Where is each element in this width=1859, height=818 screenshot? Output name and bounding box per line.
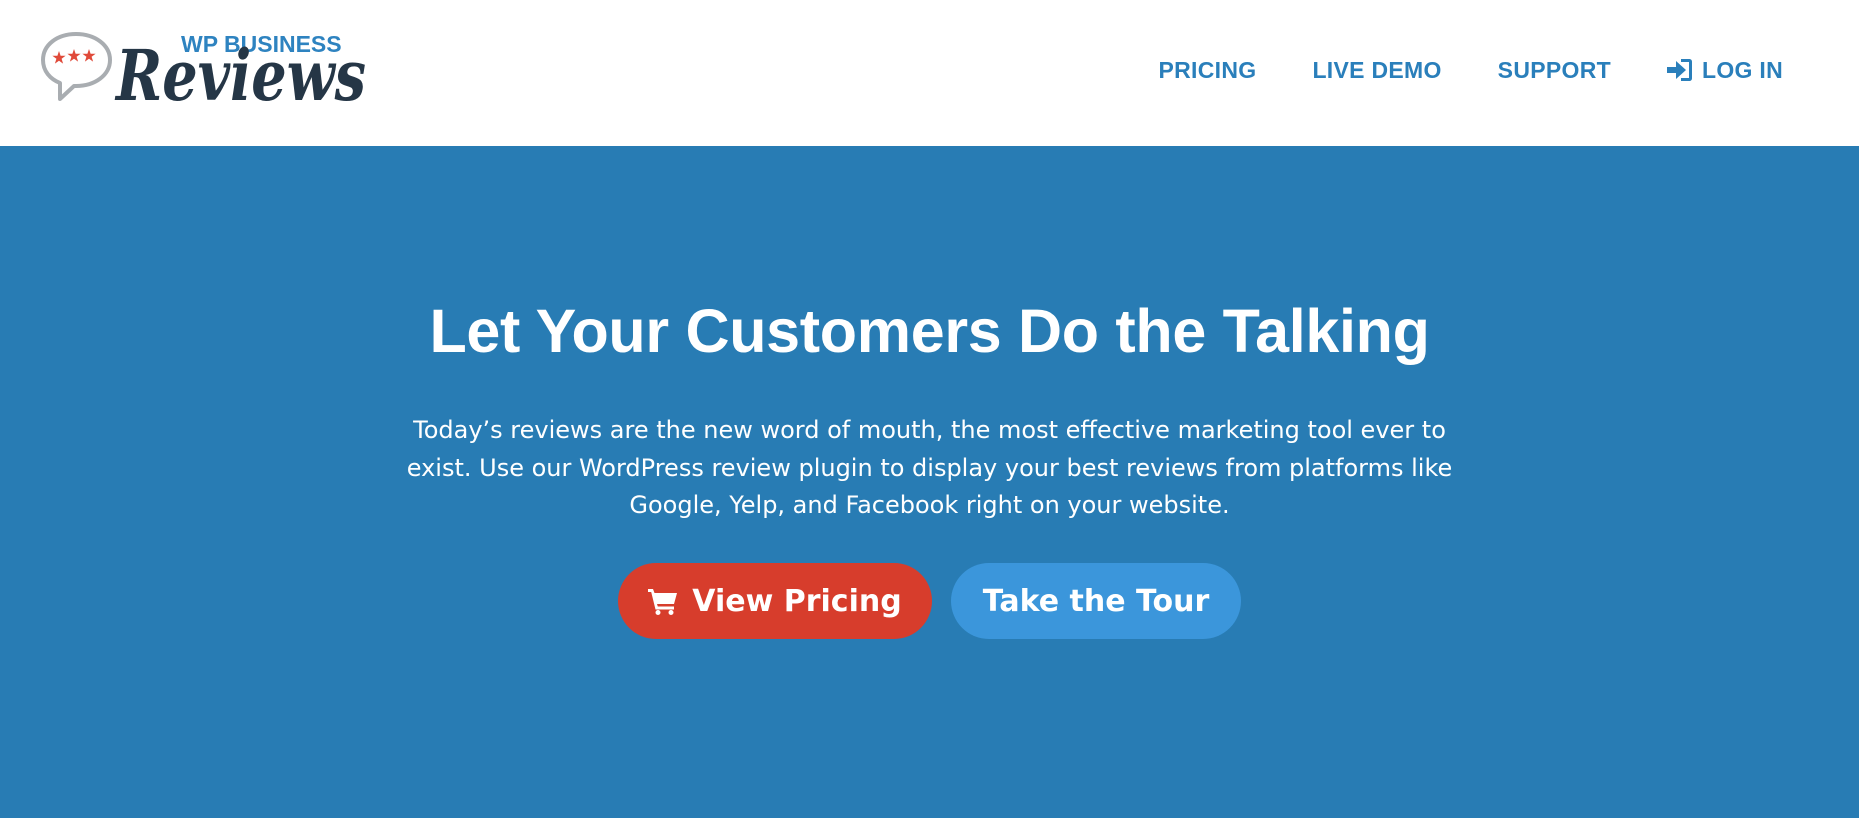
nav-log-in-label: LOG IN: [1701, 56, 1783, 83]
nav-support-label: SUPPORT: [1497, 56, 1611, 83]
view-pricing-label: View Pricing: [692, 583, 902, 619]
speech-bubble-icon: [41, 32, 112, 101]
hero-actions: View Pricing Take the Tour: [0, 563, 1859, 639]
logo-main-text: Reviews: [114, 34, 366, 114]
nav-pricing-label: PRICING: [1158, 56, 1257, 83]
hero-description: Today’s reviews are the new word of mout…: [406, 416, 1453, 519]
shopping-cart-icon: [648, 587, 678, 615]
wp-business-reviews-logo[interactable]: WP BUSINESS Reviews: [40, 28, 370, 114]
nav-pricing[interactable]: PRICING: [1159, 57, 1257, 84]
take-the-tour-button[interactable]: Take the Tour: [951, 563, 1241, 639]
nav-live-demo-label: LIVE DEMO: [1312, 56, 1442, 83]
sign-in-icon: [1666, 58, 1693, 82]
take-the-tour-label: Take the Tour: [982, 583, 1210, 619]
nav-live-demo[interactable]: LIVE DEMO: [1312, 57, 1441, 84]
hero-section: Let Your Customers Do the Talking Today’…: [0, 146, 1859, 818]
site-header: WP BUSINESS Reviews PRICING LIVE DEMO SU…: [0, 0, 1859, 146]
nav-log-in[interactable]: LOG IN: [1666, 56, 1783, 84]
view-pricing-button[interactable]: View Pricing: [618, 563, 932, 639]
hero-title: Let Your Customers Do the Talking: [429, 297, 1430, 365]
main-nav: PRICING LIVE DEMO SUPPORT LOG IN: [1159, 52, 1784, 88]
nav-support[interactable]: SUPPORT: [1498, 57, 1611, 84]
